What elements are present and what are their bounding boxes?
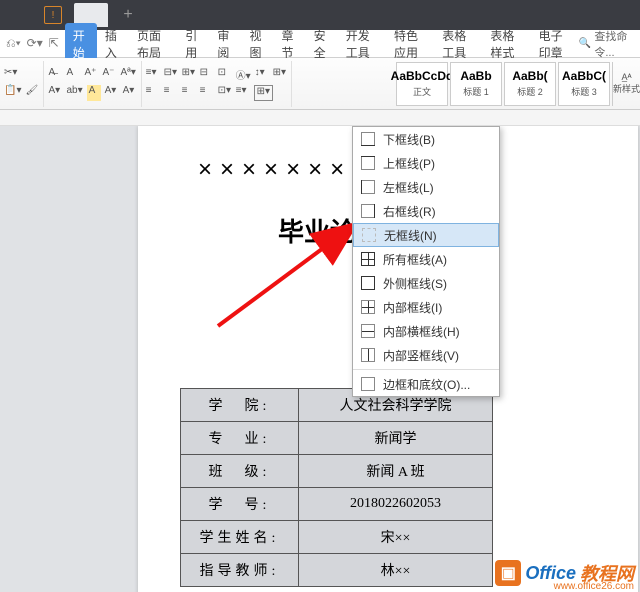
info-table: 学 院:人文社会科学学院专 业:新闻学班 级:新闻 A 班学 号:2018022… xyxy=(180,388,493,587)
border-option[interactable]: 内部横框线(H) xyxy=(353,319,499,343)
border-dropdown[interactable]: 下框线(B) 上框线(P) 左框线(L) 右框线(R) 无框线(N) 所有框线(A) 外侧框… xyxy=(352,126,500,397)
style-preset[interactable]: AaBb标题 1 xyxy=(450,62,502,106)
office-logo-icon: ▣ xyxy=(495,560,521,586)
search-command[interactable]: 查找命令... xyxy=(579,28,632,60)
table-value: 宋×× xyxy=(299,521,493,554)
border-lef-icon xyxy=(361,180,375,194)
border-top-icon xyxy=(361,156,375,170)
border-rig-icon xyxy=(361,204,375,218)
style-preset[interactable]: AaBb(标题 2 xyxy=(504,62,556,106)
border-all-icon xyxy=(361,252,375,266)
table-row: 学生姓名:宋×× xyxy=(181,521,493,554)
font-style[interactable]: A̶ xyxy=(48,67,62,83)
annotation-arrow xyxy=(208,176,368,336)
border-option[interactable]: 无框线(N) xyxy=(353,223,499,247)
subtitle: 毕业论 xyxy=(278,212,356,249)
border-option-label: 上框线(P) xyxy=(383,155,435,172)
style-preset[interactable]: AaBbCcDd正文 xyxy=(396,62,448,106)
table-key: 指导教师: xyxy=(181,554,299,587)
border-option[interactable]: 上框线(P) xyxy=(353,151,499,175)
border-more-icon xyxy=(361,377,375,391)
table-key: 学 院: xyxy=(181,389,299,422)
paste-icon[interactable]: 📋▾ xyxy=(4,85,21,101)
border-option[interactable]: 所有框线(A) xyxy=(353,247,499,271)
list-icon[interactable]: ≡▾ xyxy=(146,67,160,83)
border-option[interactable]: 右框线(R) xyxy=(353,199,499,223)
border-out-icon xyxy=(361,276,375,290)
page: ××××××× 毕业论 下框线(B) 上框线(P) 左框线(L) 右框线(R) 无框线(… xyxy=(138,126,638,592)
table-value: 新闻学 xyxy=(299,422,493,455)
qat-icon[interactable]: ⎌▾ xyxy=(6,36,21,51)
border-hor-icon xyxy=(361,324,375,338)
border-ver-icon xyxy=(361,348,375,362)
cut-icon[interactable]: ✂▾ xyxy=(4,67,18,83)
border-option-label: 所有框线(A) xyxy=(383,251,447,268)
table-row: 班 级:新闻 A 班 xyxy=(181,455,493,488)
style-preset[interactable]: AaBbC(标题 3 xyxy=(558,62,610,106)
border-option-label: 下框线(B) xyxy=(383,131,435,148)
menubar: ⎌▾ ⟳▾ ⇱ 开始插入页面布局引用审阅视图章节安全开发工具特色应用表格工具表格… xyxy=(0,30,640,58)
border-option[interactable]: 内部竖框线(V) xyxy=(353,343,499,367)
border-option-label: 外侧框线(S) xyxy=(383,275,447,292)
border-option-label: 左框线(L) xyxy=(383,179,434,196)
table-row: 专 业:新闻学 xyxy=(181,422,493,455)
table-key: 专 业: xyxy=(181,422,299,455)
table-value: 新闻 A 班 xyxy=(299,455,493,488)
border-option-label: 边框和底纹(O)... xyxy=(383,376,470,393)
table-value: 2018022602053 xyxy=(299,488,493,521)
brush-icon[interactable]: 🖌 xyxy=(25,85,39,101)
border-inr-icon xyxy=(361,300,375,314)
watermark: ▣ Office教程网 xyxy=(495,560,634,586)
border-option-label: 无框线(N) xyxy=(384,227,437,244)
table-row: 学 号:2018022602053 xyxy=(181,488,493,521)
table-key: 班 级: xyxy=(181,455,299,488)
warning-icon: ! xyxy=(44,6,62,24)
table-row: 指导教师:林×× xyxy=(181,554,493,587)
ruler xyxy=(0,110,640,126)
border-option[interactable]: 边框和底纹(O)... xyxy=(353,372,499,396)
border-option[interactable]: 外侧框线(S) xyxy=(353,271,499,295)
border-option[interactable]: 下框线(B) xyxy=(353,127,499,151)
ribbon: ✂▾ 📋▾🖌 A̶AA⁺A⁻Aª▾ A▾ab▾AA▾A▾ ≡▾⊟▾⊞▾⊟⊡Ⓐ▾↕… xyxy=(0,58,640,110)
document-canvas: ××××××× 毕业论 下框线(B) 上框线(P) 左框线(L) 右框线(R) 无框线(… xyxy=(0,126,640,592)
qat-icon[interactable]: ⇱ xyxy=(49,36,59,51)
table-key: 学生姓名: xyxy=(181,521,299,554)
align-left-icon[interactable]: ≡ xyxy=(146,85,160,101)
border-option[interactable]: 内部框线(I) xyxy=(353,295,499,319)
border-option[interactable]: 左框线(L) xyxy=(353,175,499,199)
border-non-icon xyxy=(362,228,376,242)
qat-icon[interactable]: ⟳▾ xyxy=(27,36,43,51)
x-title-line: ××××××× xyxy=(198,156,352,184)
table-value: 林×× xyxy=(299,554,493,587)
new-style-button[interactable]: A̲ᴬ新样式 xyxy=(612,62,640,106)
border-option-label: 内部框线(I) xyxy=(383,299,442,316)
border-option-label: 内部竖框线(V) xyxy=(383,347,459,364)
border-option-label: 右框线(R) xyxy=(383,203,436,220)
border-bot-icon xyxy=(361,132,375,146)
border-option-label: 内部横框线(H) xyxy=(383,323,460,340)
table-key: 学 号: xyxy=(181,488,299,521)
border-button[interactable]: ⊞▾ xyxy=(254,85,273,101)
